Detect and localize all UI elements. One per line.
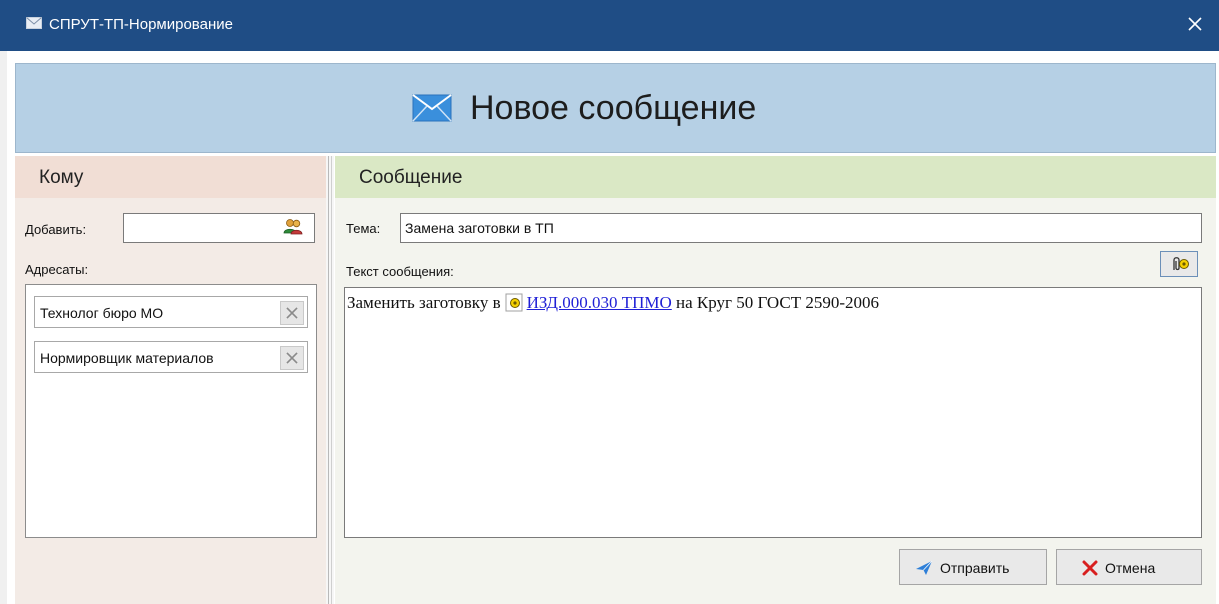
- recipient-chip: Технолог бюро МО: [34, 296, 308, 328]
- message-prefix: Заменить заготовку в: [347, 293, 501, 312]
- page-title: Новое сообщение: [470, 89, 757, 127]
- message-header: Сообщение: [335, 156, 1216, 198]
- object-link[interactable]: ИЗД.000.030 ТПМО: [527, 293, 672, 312]
- recipients-title: Кому: [39, 167, 84, 188]
- message-title: Сообщение: [359, 167, 463, 188]
- cancel-button[interactable]: Отмена: [1056, 549, 1202, 585]
- add-recipient-label: Добавить:: [25, 222, 87, 237]
- message-window: СПРУТ-ТП-Нормирование Новое сообщение Ко…: [0, 0, 1219, 604]
- splitter-line: [331, 156, 332, 604]
- envelope-icon: [412, 94, 452, 122]
- subject-input[interactable]: Замена заготовки в ТП: [400, 213, 1202, 243]
- recipient-chip: Нормировщик материалов: [34, 341, 308, 373]
- panel-splitter[interactable]: [326, 156, 334, 604]
- body-label: Текст сообщения:: [346, 264, 454, 279]
- close-icon[interactable]: [1183, 12, 1207, 36]
- attach-object-button[interactable]: [1160, 251, 1198, 277]
- send-label: Отправить: [940, 560, 1010, 576]
- subject-value: Замена заготовки в ТП: [405, 220, 554, 236]
- splitter-line: [328, 156, 329, 604]
- header-banner: Новое сообщение: [15, 63, 1216, 153]
- window-title: СПРУТ-ТП-Нормирование: [49, 16, 233, 33]
- attach-object-icon: [1173, 257, 1189, 271]
- recipients-list-label: Адресаты:: [25, 262, 89, 277]
- recipients-header: Кому: [15, 156, 326, 198]
- recipient-name: Нормировщик материалов: [40, 350, 214, 366]
- send-button[interactable]: Отправить: [899, 549, 1047, 585]
- message-text: Заменить заготовку в ИЗД.000.030 ТПМО на…: [347, 293, 879, 313]
- title-bar: СПРУТ-ТП-Нормирование: [0, 0, 1219, 51]
- remove-icon[interactable]: [280, 346, 304, 370]
- message-body-editor[interactable]: Заменить заготовку в ИЗД.000.030 ТПМО на…: [344, 287, 1202, 538]
- cancel-label: Отмена: [1105, 560, 1156, 576]
- users-icon[interactable]: [283, 217, 303, 237]
- subject-label: Тема:: [346, 221, 381, 236]
- cancel-icon: [1082, 560, 1098, 576]
- remove-icon[interactable]: [280, 301, 304, 325]
- send-icon: [916, 560, 933, 575]
- object-link-icon: [505, 293, 523, 312]
- recipient-name: Технолог бюро МО: [40, 305, 164, 321]
- envelope-icon: [26, 17, 42, 29]
- message-suffix: на Круг 50 ГОСТ 2590-2006: [671, 293, 880, 312]
